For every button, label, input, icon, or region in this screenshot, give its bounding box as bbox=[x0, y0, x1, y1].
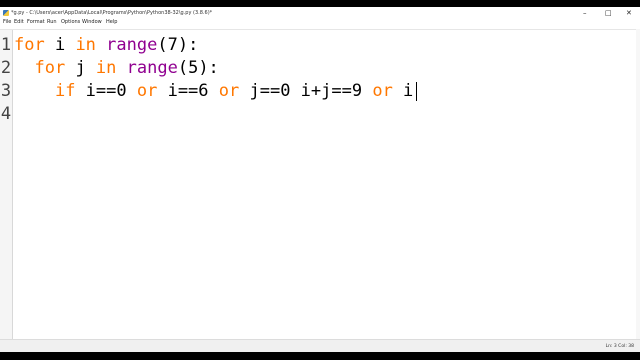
keyword-token: or bbox=[136, 81, 158, 101]
code-token: (5): bbox=[177, 58, 219, 78]
cursor-position: Ln: 3 Col: 38 bbox=[605, 344, 634, 349]
vertical-scrollbar[interactable] bbox=[636, 29, 640, 339]
menu-window[interactable]: Window bbox=[82, 19, 102, 25]
code-token: i+j==9 bbox=[300, 81, 373, 101]
maximize-icon[interactable]: □ bbox=[605, 9, 612, 17]
minimize-icon[interactable]: – bbox=[583, 9, 587, 17]
code-token: (7): bbox=[157, 35, 199, 55]
code-line[interactable]: for i in range(7): bbox=[14, 35, 198, 55]
menu-bar: File Edit Format Run Options Window Help bbox=[0, 19, 640, 26]
code-editor[interactable]: 1 2 3 4 for i in range(7): for j in rang… bbox=[0, 29, 640, 340]
line-number: 3 bbox=[0, 81, 12, 101]
line-number: 1 bbox=[0, 35, 12, 55]
builtin-token: range bbox=[106, 35, 158, 55]
menu-format[interactable]: Format bbox=[27, 19, 45, 25]
keyword-token: if bbox=[54, 81, 76, 101]
menu-edit[interactable]: Edit bbox=[14, 19, 24, 25]
line-number: 4 bbox=[0, 104, 12, 124]
menu-options[interactable]: Options bbox=[61, 19, 80, 25]
window-title: *g.py - C:\Users\acer\AppData\Local\Prog… bbox=[11, 10, 213, 16]
keyword-token: for bbox=[14, 35, 45, 55]
status-bar: Ln: 3 Col: 38 bbox=[0, 339, 640, 352]
code-line[interactable]: for j in range(5): bbox=[14, 58, 219, 78]
idle-editor-window: *g.py - C:\Users\acer\AppData\Local\Prog… bbox=[0, 7, 640, 352]
code-token: i==6 bbox=[157, 81, 219, 101]
builtin-token: range bbox=[126, 58, 178, 78]
code-token: j bbox=[65, 58, 96, 78]
keyword-token: or bbox=[372, 81, 393, 101]
code-token: i bbox=[392, 81, 414, 101]
code-line[interactable]: if i==0 or i==6 or j==0 i+j==9 or i bbox=[14, 81, 413, 101]
menu-file[interactable]: File bbox=[3, 19, 11, 25]
keyword-token: in bbox=[95, 58, 117, 78]
close-icon[interactable]: ✕ bbox=[626, 9, 632, 17]
menu-run[interactable]: Run bbox=[47, 19, 57, 25]
code-token: i bbox=[44, 35, 76, 55]
text-cursor bbox=[416, 82, 417, 101]
line-number-gutter: 1 2 3 4 bbox=[0, 30, 13, 340]
menu-help[interactable]: Help bbox=[106, 19, 117, 25]
keyword-token: or bbox=[218, 81, 240, 101]
code-token: j==0 bbox=[239, 81, 301, 101]
title-bar: *g.py - C:\Users\acer\AppData\Local\Prog… bbox=[0, 7, 640, 19]
python-icon bbox=[3, 10, 9, 16]
code-token: i==0 bbox=[75, 81, 137, 101]
keyword-token: in bbox=[75, 35, 96, 55]
keyword-token: for bbox=[34, 58, 66, 78]
line-number: 2 bbox=[0, 58, 12, 78]
